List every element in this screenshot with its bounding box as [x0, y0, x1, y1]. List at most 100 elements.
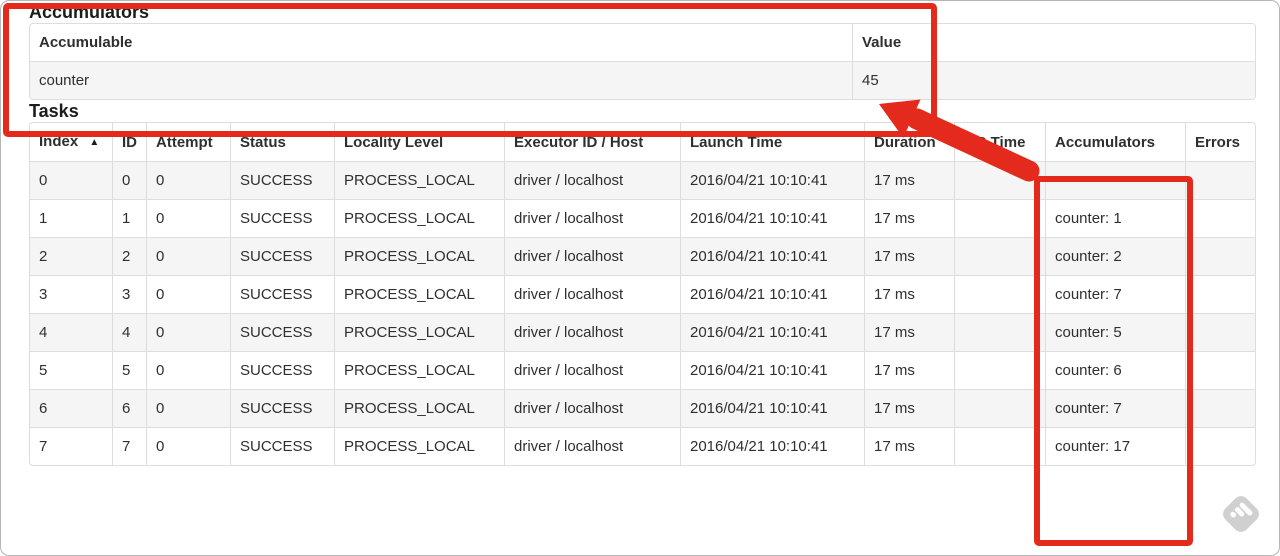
table-cell — [954, 313, 1045, 351]
col-header-attempt[interactable]: Attempt — [146, 123, 230, 161]
table-cell — [1185, 389, 1255, 427]
table-cell: PROCESS_LOCAL — [334, 161, 504, 199]
table-cell — [954, 389, 1045, 427]
table-cell: 0 — [30, 161, 112, 199]
table-cell: counter: 2 — [1045, 237, 1185, 275]
table-cell: 5 — [112, 351, 146, 389]
page-content: Accumulators Accumulable Value counter 45… — [1, 1, 1279, 466]
table-cell: 6 — [112, 389, 146, 427]
col-header-launch-time[interactable]: Launch Time — [680, 123, 864, 161]
table-cell: driver / localhost — [504, 389, 680, 427]
table-cell: 17 ms — [864, 389, 954, 427]
table-cell — [954, 275, 1045, 313]
table-cell: SUCCESS — [230, 161, 334, 199]
table-cell: 45 — [852, 61, 1255, 99]
table-cell: 3 — [30, 275, 112, 313]
table-cell: 0 — [146, 237, 230, 275]
col-header-status[interactable]: Status — [230, 123, 334, 161]
table-cell: 2016/04/21 10:10:41 — [680, 199, 864, 237]
table-row: 0 0 0 SUCCESS PROCESS_LOCAL driver / localhos… — [30, 161, 1255, 199]
table-cell: driver / localhost — [504, 199, 680, 237]
table-row: 5 5 0 SUCCESS PROCESS_LOCAL driver / localhos… — [30, 351, 1255, 389]
table-cell: 0 — [146, 161, 230, 199]
table-cell: 7 — [112, 427, 146, 465]
table-row: 1 1 0 SUCCESS PROCESS_LOCAL driver / localhos… — [30, 199, 1255, 237]
table-cell: 2016/04/21 10:10:41 — [680, 161, 864, 199]
table-row: 6 6 0 SUCCESS PROCESS_LOCAL driver / localhos… — [30, 389, 1255, 427]
table-cell: SUCCESS — [230, 389, 334, 427]
accumulators-table-body: counter 45 — [30, 61, 1255, 99]
table-row: 7 7 0 SUCCESS PROCESS_LOCAL driver / localhos… — [30, 427, 1255, 465]
table-cell: PROCESS_LOCAL — [334, 237, 504, 275]
table-cell: 0 — [146, 427, 230, 465]
tasks-section-title: Tasks — [29, 101, 79, 121]
col-header-id[interactable]: ID — [112, 123, 146, 161]
col-header-duration[interactable]: Duration — [864, 123, 954, 161]
table-cell — [1185, 275, 1255, 313]
accumulators-table: Accumulable Value counter 45 — [29, 23, 1256, 100]
table-cell: 17 ms — [864, 351, 954, 389]
table-cell: 1 — [112, 199, 146, 237]
table-cell: driver / localhost — [504, 427, 680, 465]
table-cell: 0 — [146, 389, 230, 427]
table-cell: driver / localhost — [504, 237, 680, 275]
table-cell: 2016/04/21 10:10:41 — [680, 313, 864, 351]
table-cell: 7 — [30, 427, 112, 465]
table-row: 2 2 0 SUCCESS PROCESS_LOCAL driver / localhos… — [30, 237, 1255, 275]
table-cell — [1185, 237, 1255, 275]
table-cell — [1185, 427, 1255, 465]
col-header-errors[interactable]: Errors — [1185, 123, 1255, 161]
table-cell: 17 ms — [864, 427, 954, 465]
table-cell: counter — [30, 61, 852, 99]
col-header-accumulators[interactable]: Accumulators — [1045, 123, 1185, 161]
header-row: Index ▲ ID Attempt Status Locality Level… — [30, 123, 1255, 161]
table-cell — [1185, 199, 1255, 237]
table-cell: SUCCESS — [230, 427, 334, 465]
table-cell: 2016/04/21 10:10:41 — [680, 351, 864, 389]
header-row: Accumulable Value — [30, 24, 1255, 61]
table-cell: 17 ms — [864, 161, 954, 199]
col-header-executor-id-host[interactable]: Executor ID / Host — [504, 123, 680, 161]
table-cell: 17 ms — [864, 237, 954, 275]
table-cell: PROCESS_LOCAL — [334, 199, 504, 237]
table-cell: PROCESS_LOCAL — [334, 389, 504, 427]
table-cell: 17 ms — [864, 313, 954, 351]
col-header-gc-time[interactable]: GC Time — [954, 123, 1045, 161]
table-cell: 2016/04/21 10:10:41 — [680, 427, 864, 465]
table-cell: counter: 7 — [1045, 389, 1185, 427]
table-cell: counter: 6 — [1045, 351, 1185, 389]
table-cell: 1 — [30, 199, 112, 237]
spark-ui-page: Accumulators Accumulable Value counter 45… — [0, 0, 1280, 556]
col-header-value[interactable]: Value — [852, 24, 1255, 61]
table-cell: 0 — [146, 199, 230, 237]
table-cell: 2016/04/21 10:10:41 — [680, 389, 864, 427]
tasks-table-body: 0 0 0 SUCCESS PROCESS_LOCAL driver / localhos… — [30, 161, 1255, 465]
table-cell: PROCESS_LOCAL — [334, 275, 504, 313]
table-cell: counter: 5 — [1045, 313, 1185, 351]
col-header-index[interactable]: Index ▲ — [30, 123, 112, 161]
table-cell: driver / localhost — [504, 275, 680, 313]
sort-ascending-icon: ▲ — [89, 137, 100, 148]
table-cell: counter: 17 — [1045, 427, 1185, 465]
table-cell: 5 — [30, 351, 112, 389]
table-cell: PROCESS_LOCAL — [334, 313, 504, 351]
col-header-index-label: Index — [39, 133, 79, 150]
table-cell: SUCCESS — [230, 351, 334, 389]
table-cell: driver / localhost — [504, 351, 680, 389]
table-row: 3 3 0 SUCCESS PROCESS_LOCAL driver / localhos… — [30, 275, 1255, 313]
col-header-locality-level[interactable]: Locality Level — [334, 123, 504, 161]
table-cell: driver / localhost — [504, 161, 680, 199]
table-cell — [1045, 161, 1185, 199]
table-cell: 0 — [146, 351, 230, 389]
table-cell: 3 — [112, 275, 146, 313]
table-cell: 2 — [30, 237, 112, 275]
table-cell: 0 — [146, 275, 230, 313]
table-cell: driver / localhost — [504, 313, 680, 351]
table-cell: 17 ms — [864, 199, 954, 237]
table-cell: 2 — [112, 237, 146, 275]
col-header-accumulable[interactable]: Accumulable — [30, 24, 852, 61]
accumulators-section-title: Accumulators — [29, 2, 150, 22]
table-cell — [1185, 351, 1255, 389]
table-cell: 0 — [112, 161, 146, 199]
table-cell: PROCESS_LOCAL — [334, 427, 504, 465]
